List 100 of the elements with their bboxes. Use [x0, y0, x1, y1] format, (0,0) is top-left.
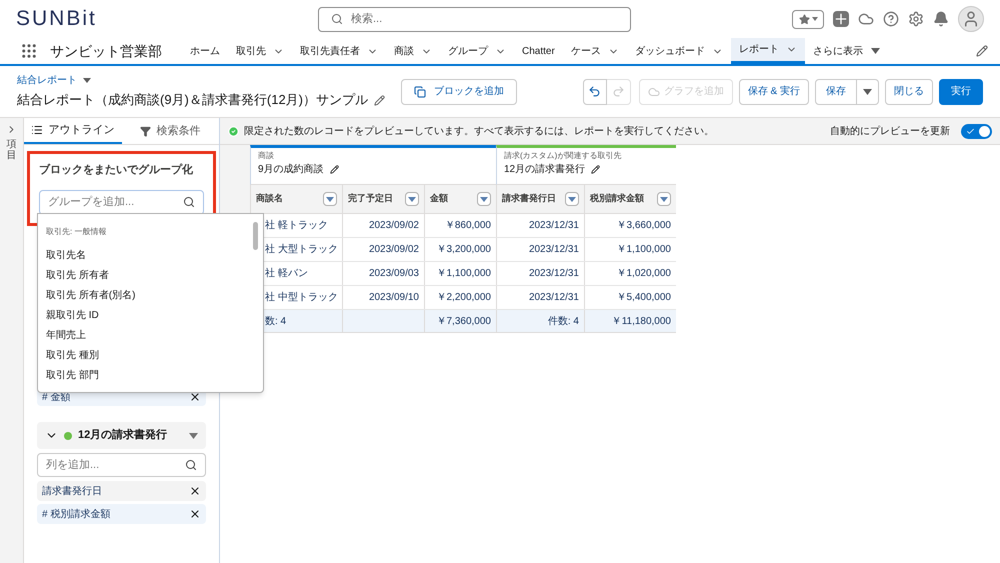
nav-tab[interactable]: グループ: [440, 38, 514, 64]
nav-tab[interactable]: 取引先: [228, 38, 292, 64]
table-cell: 2023/12/31: [496, 286, 584, 309]
nav-tab[interactable]: ダッシュボード: [626, 38, 731, 64]
table-cell: 2023/09/02: [342, 214, 424, 237]
dropdown-section-label: 取引先: 一般情報: [46, 226, 108, 238]
table-cell: ￥2,200,000: [424, 286, 496, 309]
table-cell: ￥1,020,000: [584, 262, 676, 285]
edit-icon[interactable]: [330, 165, 339, 174]
caret-icon: [660, 196, 668, 202]
undo-button[interactable]: [582, 78, 607, 104]
notifications-icon[interactable]: [933, 11, 949, 27]
remove-icon[interactable]: [189, 508, 201, 520]
table-cell: ￥3,660,000: [584, 214, 676, 237]
caret-icon: [408, 196, 416, 202]
caret-icon: [83, 78, 91, 84]
table-cell: ￥5,400,000: [584, 286, 676, 309]
add-block-button[interactable]: ブロックを追加: [401, 78, 518, 104]
cloud-icon[interactable]: [858, 11, 874, 27]
total-cell-text: ￥11,180,000: [612, 314, 671, 328]
caret-icon: [863, 88, 872, 94]
dropdown-item[interactable]: 取引先名: [46, 245, 253, 265]
search-icon: [183, 196, 195, 208]
copy-icon: [414, 86, 426, 98]
remove-icon[interactable]: [189, 485, 201, 497]
search-icon: [185, 459, 197, 471]
column-menu-button[interactable]: [323, 192, 337, 206]
report-type-menu[interactable]: 結合レポート: [17, 73, 386, 88]
column-menu-button[interactable]: [657, 192, 671, 206]
search-field[interactable]: 検索...: [318, 6, 631, 32]
app-launcher-icon[interactable]: [20, 42, 38, 60]
nav-tab[interactable]: ケース: [562, 38, 627, 64]
total-cell-text: 件数: 4: [548, 314, 579, 328]
total-cell-text: 数: 4: [265, 314, 286, 328]
favorites-button[interactable]: [792, 10, 824, 28]
dropdown-item[interactable]: 親取引先 ID: [46, 305, 253, 325]
redo-icon: [612, 85, 625, 98]
scrollbar-thumb[interactable]: [253, 222, 258, 250]
check-icon: [966, 126, 975, 136]
add-icon[interactable]: [833, 11, 849, 27]
edit-icon[interactable]: [591, 165, 600, 174]
block-name: 9月の成約商談: [258, 162, 324, 177]
undo-icon: [588, 85, 602, 98]
column-menu-button[interactable]: [405, 192, 419, 206]
run-button[interactable]: 実行: [939, 78, 983, 104]
dropdown-item[interactable]: 取引先 所有者(別名): [46, 285, 253, 305]
column-menu-button[interactable]: [565, 192, 579, 206]
toolbar-button[interactable]: 保存 & 実行: [738, 78, 809, 104]
dropdown-item[interactable]: 取引先 所有者: [46, 265, 253, 285]
nav-tab[interactable]: 商談: [386, 38, 440, 64]
column-header[interactable]: 税別請求金額: [584, 185, 676, 213]
table-cell: ￥1,100,000: [424, 262, 496, 285]
nav-tab[interactable]: レポート: [730, 38, 805, 64]
section-heading: ブロックをまたいでグループ化: [39, 162, 194, 178]
star-icon: [798, 14, 810, 24]
edit-icon[interactable]: [374, 94, 386, 106]
settings-icon[interactable]: [908, 11, 924, 27]
edit-icon[interactable]: [976, 45, 988, 57]
avatar[interactable]: [958, 6, 984, 32]
help-icon[interactable]: [883, 11, 899, 27]
nav-tab[interactable]: ホーム: [182, 38, 228, 64]
nav-tab[interactable]: Chatter: [514, 38, 563, 64]
report-title: 結合レポート（成約商談(9月)＆請求書発行(12月)）サンプル: [17, 91, 368, 110]
save-menu-button[interactable]: [857, 78, 879, 104]
more-tab[interactable]: さらに表示: [804, 44, 888, 58]
success-icon: [228, 126, 239, 136]
column-header[interactable]: 請求書発行日: [496, 185, 584, 213]
dropdown-item[interactable]: 取引先 種別: [46, 345, 253, 365]
logo[interactable]: SUNBit: [16, 3, 318, 35]
table-cell: 2023/09/02: [342, 238, 424, 261]
column-menu-button[interactable]: [477, 192, 491, 206]
table-cell: 2023/12/31: [496, 262, 584, 285]
save-button[interactable]: 保存: [815, 78, 857, 104]
column-chip[interactable]: 請求書発行日: [37, 481, 206, 501]
panel-tab[interactable]: アウトライン: [24, 118, 122, 144]
remove-icon[interactable]: [189, 391, 201, 403]
auto-preview-label: 自動的にプレビューを更新: [830, 124, 950, 138]
caret-icon: [480, 196, 488, 202]
nav-tab[interactable]: 取引先責任者: [292, 38, 386, 64]
toolbar-button[interactable]: 閉じる: [885, 78, 933, 104]
dropdown-item[interactable]: 取引先 部門: [46, 365, 253, 385]
chart-icon: [648, 86, 660, 98]
app-name: サンビット営業部: [50, 42, 162, 60]
table-cell: ￥1,100,000: [584, 238, 676, 261]
block-header[interactable]: 12月の請求書発行: [37, 422, 206, 449]
fields-label[interactable]: 項目: [6, 139, 16, 161]
column-header[interactable]: 金額: [424, 185, 496, 213]
table-cell: 2023/12/31: [496, 238, 584, 261]
column-chip[interactable]: # 税別請求金額: [37, 504, 206, 524]
search-icon: [331, 13, 343, 25]
panel-tab[interactable]: 検索条件: [122, 118, 219, 144]
column-search-field[interactable]: 列を追加...: [37, 453, 206, 477]
table-cell: 2023/12/31: [496, 214, 584, 237]
table-cell: ￥3,200,000: [424, 238, 496, 261]
auto-preview-toggle[interactable]: [961, 124, 992, 138]
column-header[interactable]: 商談名: [250, 185, 342, 213]
column-header[interactable]: 完了予定日: [342, 185, 424, 213]
caret-icon: [870, 48, 880, 54]
caret-icon: [812, 17, 818, 21]
dropdown-item[interactable]: 年間売上: [46, 325, 253, 345]
